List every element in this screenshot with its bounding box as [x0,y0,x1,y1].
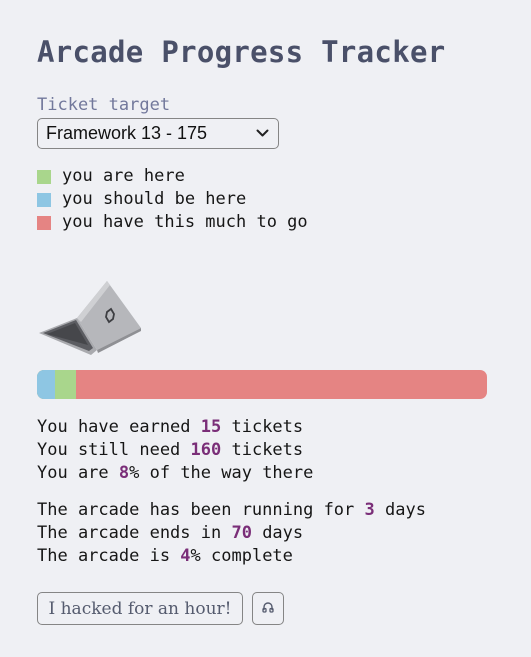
earned-prefix: You have earned [37,417,201,437]
complete-prefix: The arcade is [37,546,181,566]
legend-item-remaining: you have this much to go [37,211,487,234]
legend-swatch-current [37,169,51,184]
need-count: 160 [190,440,222,460]
legend-label-expected: you should be here [62,189,247,209]
legend-swatch-remaining [37,215,51,230]
percent-line: You are 8% of the way there [37,462,487,485]
progress-bar [37,370,487,399]
headphones-button[interactable] [252,592,284,625]
pct-suffix: % of the way there [129,463,314,483]
chevron-down-icon [256,129,269,138]
need-line: You still need 160 tickets [37,439,487,462]
legend-label-current: you are here [62,166,185,186]
earned-line: You have earned 15 tickets [37,416,487,439]
complete-value: 4 [180,546,191,566]
running-days: 3 [364,500,375,520]
running-suffix: days [374,500,426,520]
complete-line: The arcade is 4% complete [37,545,487,568]
need-suffix: tickets [221,440,304,460]
headphones-icon [261,599,275,619]
need-prefix: You still need [37,440,191,460]
legend-item-current: you are here [37,165,487,188]
earned-count: 15 [200,417,222,437]
running-line: The arcade has been running for 3 days [37,499,487,522]
legend-swatch-expected [37,192,51,207]
ends-line: The arcade ends in 70 days [37,522,487,545]
pct-prefix: You are [37,463,119,483]
ticket-target-label: Ticket target [37,95,171,115]
earned-suffix: tickets [221,417,304,437]
tracker-panel: Arcade Progress Tracker Ticket target Fr… [37,30,487,625]
pct-value: 8 [118,463,130,483]
hacked-hour-button[interactable]: I hacked for an hour! [37,592,243,625]
ends-suffix: days [251,523,304,543]
legend-item-expected: you should be here [37,188,487,211]
arcade-stats: The arcade has been running for 3 days Th… [37,499,487,568]
ticket-stats: You have earned 15 tickets You still need… [37,416,487,485]
progress-remaining [37,370,487,399]
ticket-target-value: Framework 13 - 175 [46,123,208,143]
progress-expected [37,370,55,399]
ends-prefix: The arcade ends in [37,523,232,543]
ticket-target-select[interactable]: Framework 13 - 175 [37,118,279,149]
ends-days: 70 [231,523,252,543]
legend-label-remaining: you have this much to go [62,212,308,232]
running-prefix: The arcade has been running for [37,500,365,520]
complete-suffix: % complete [190,546,293,566]
page-title: Arcade Progress Tracker [37,35,446,69]
action-buttons: I hacked for an hour! [37,592,487,625]
legend: you are here you should be here you have… [37,165,487,234]
laptop-image [37,256,143,362]
